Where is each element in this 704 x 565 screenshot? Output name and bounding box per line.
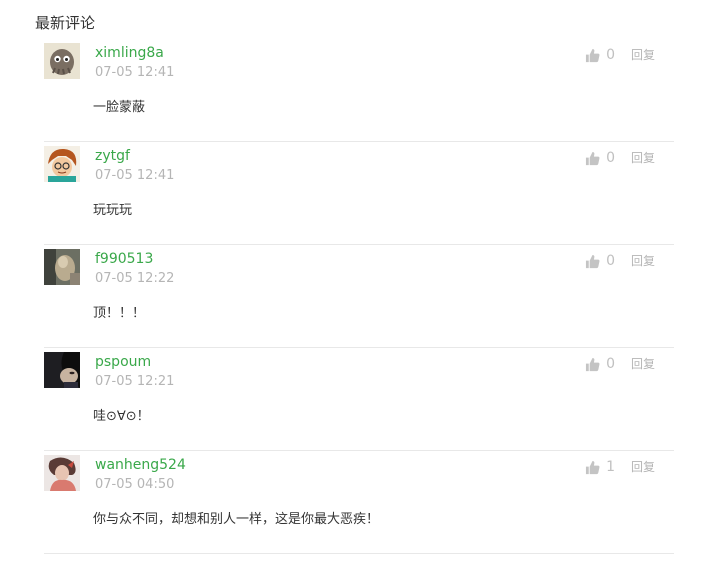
- like-count: 0: [606, 253, 615, 269]
- avatar-image: [44, 249, 80, 285]
- like-button[interactable]: 1: [585, 458, 615, 476]
- like-count: 0: [606, 356, 615, 372]
- thumbs-up-icon: [585, 357, 600, 372]
- comment-text: 顶！！！: [93, 306, 146, 321]
- thumbs-up-icon: [585, 151, 600, 166]
- username[interactable]: ximling8a: [95, 44, 164, 62]
- like-button[interactable]: 0: [585, 149, 615, 167]
- section-title: 最新评论: [35, 14, 96, 32]
- reply-button[interactable]: 回复: [631, 355, 655, 373]
- like-button[interactable]: 0: [585, 252, 615, 270]
- comment-text: 哇⊙∀⊙！: [93, 409, 150, 424]
- avatar[interactable]: [44, 249, 80, 285]
- avatar-image: [44, 146, 80, 182]
- thumbs-up-icon: [585, 48, 600, 63]
- username[interactable]: zytgf: [95, 147, 130, 165]
- username[interactable]: pspoum: [95, 353, 151, 371]
- avatar[interactable]: [44, 455, 80, 491]
- timestamp: 07-05 04:50: [95, 477, 175, 492]
- like-button[interactable]: 0: [585, 355, 615, 373]
- comment-actions: 0 回复: [585, 252, 655, 270]
- thumbs-up-icon: [585, 460, 600, 475]
- comment-text: 你与众不同，却想和别人一样，这是你最大恶疾！: [93, 512, 380, 527]
- reply-button[interactable]: 回复: [631, 149, 655, 167]
- comment-actions: 0 回复: [585, 355, 655, 373]
- timestamp: 07-05 12:22: [95, 271, 175, 286]
- comment-item: zytgf 07-05 12:41 玩玩玩 0 回复: [44, 142, 674, 245]
- comment-item: ximling8a 07-05 12:41 一脸蒙蔽 0 回复: [44, 39, 674, 142]
- comment-item: f990513 07-05 12:22 顶！！！ 0 回复: [44, 245, 674, 348]
- comment-actions: 1 回复: [585, 458, 655, 476]
- comment-text: 玩玩玩: [93, 203, 133, 218]
- reply-button[interactable]: 回复: [631, 46, 655, 64]
- comment-actions: 0 回复: [585, 149, 655, 167]
- comment-item: pspoum 07-05 12:21 哇⊙∀⊙！ 0 回复: [44, 348, 674, 451]
- reply-button[interactable]: 回复: [631, 458, 655, 476]
- username[interactable]: wanheng524: [95, 456, 186, 474]
- avatar[interactable]: [44, 352, 80, 388]
- avatar[interactable]: [44, 43, 80, 79]
- comment-actions: 0 回复: [585, 46, 655, 64]
- like-count: 0: [606, 47, 615, 63]
- avatar-image: [44, 455, 80, 491]
- avatar[interactable]: [44, 146, 80, 182]
- reply-button[interactable]: 回复: [631, 252, 655, 270]
- thumbs-up-icon: [585, 254, 600, 269]
- comment-item: wanheng524 07-05 04:50 你与众不同，却想和别人一样，这是你…: [44, 451, 674, 554]
- comment-list: ximling8a 07-05 12:41 一脸蒙蔽 0 回复 zytgf 07…: [44, 39, 674, 554]
- like-button[interactable]: 0: [585, 46, 615, 64]
- avatar-image: [44, 352, 80, 388]
- timestamp: 07-05 12:21: [95, 374, 175, 389]
- like-count: 0: [606, 150, 615, 166]
- username[interactable]: f990513: [95, 250, 153, 268]
- avatar-image: [44, 43, 80, 79]
- timestamp: 07-05 12:41: [95, 168, 175, 183]
- like-count: 1: [606, 459, 615, 475]
- timestamp: 07-05 12:41: [95, 65, 175, 80]
- comment-text: 一脸蒙蔽: [93, 100, 146, 115]
